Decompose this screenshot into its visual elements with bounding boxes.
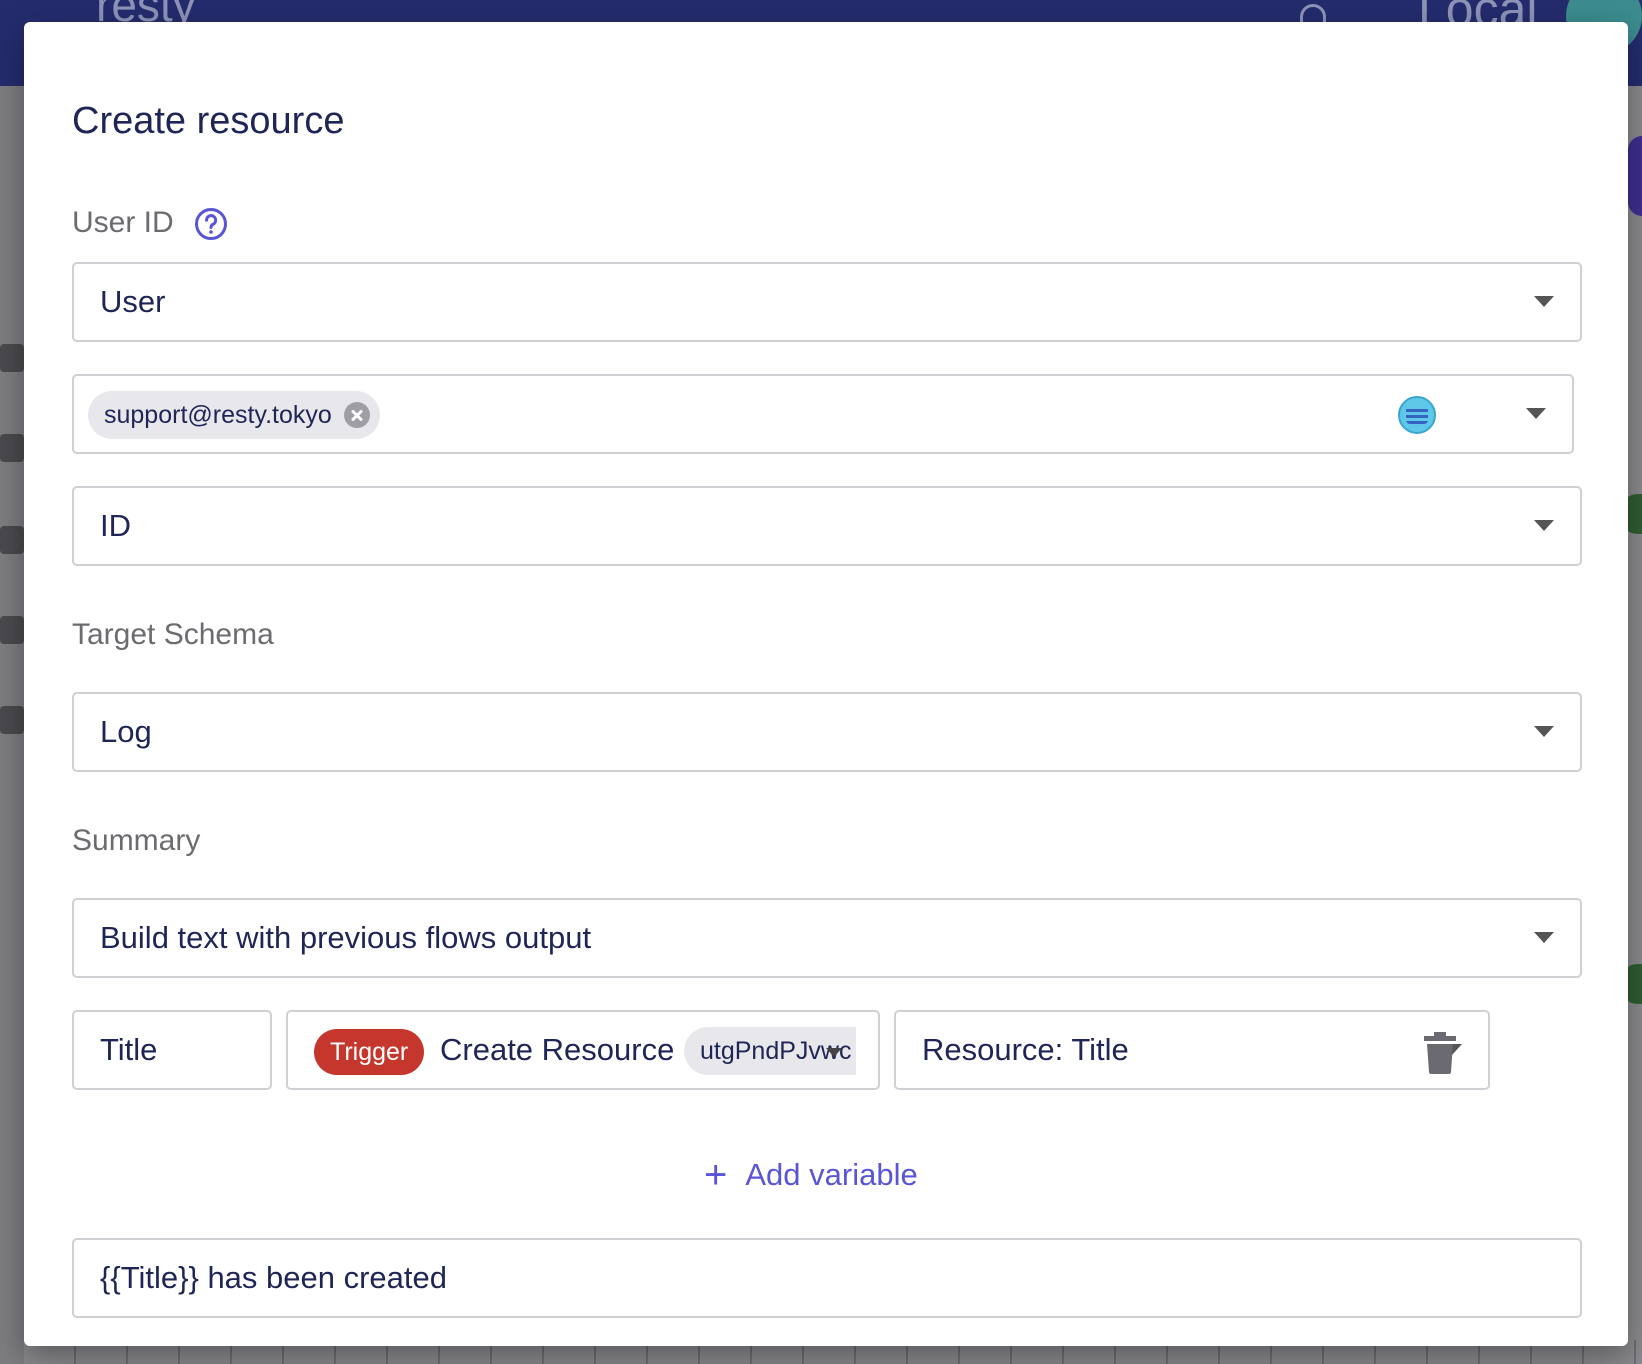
create-resource-dialog: Create resource User ID User support@res… — [24, 22, 1628, 1346]
users-icon — [0, 526, 24, 554]
trash-icon[interactable] — [1424, 1032, 1456, 1074]
add-variable-button[interactable]: + Add variable — [704, 1152, 918, 1198]
user-picker-select[interactable]: support@resty.tokyo — [72, 374, 1574, 454]
gear-icon — [0, 706, 24, 734]
variable-source-flow-select[interactable]: Trigger Create Resource utgPndPJvwc — [286, 1010, 880, 1090]
add-variable-label: Add variable — [745, 1157, 918, 1192]
app-canvas-edge — [1628, 86, 1642, 1364]
user-source-select[interactable]: User — [72, 262, 1582, 342]
chevron-down-icon — [1534, 932, 1554, 943]
close-icon[interactable] — [343, 402, 370, 428]
variable-output-value: Resource: Title — [922, 1032, 1129, 1067]
list-icon — [0, 344, 24, 372]
user-field-value: ID — [100, 508, 131, 543]
summary-mode-select[interactable]: Build text with previous flows output — [72, 898, 1582, 978]
variable-name-value: Title — [100, 1032, 158, 1067]
app-sidebar — [0, 86, 24, 1364]
dialog-title: Create resource — [72, 100, 345, 142]
flow-icon — [0, 434, 24, 462]
summary-mode-value: Build text with previous flows output — [100, 920, 592, 955]
plus-icon: + — [704, 1153, 728, 1197]
target-schema-label: Target Schema — [72, 618, 274, 651]
selected-user-email: support@resty.tokyo — [104, 401, 332, 429]
chevron-down-icon — [1534, 520, 1554, 531]
app-action-button — [1628, 136, 1642, 216]
user-id-label: User ID — [72, 206, 174, 239]
summary-template-value: {{Title}} has been created — [100, 1260, 448, 1295]
summary-label: Summary — [72, 824, 201, 857]
target-schema-select[interactable]: Log — [72, 692, 1582, 772]
selected-user-chip[interactable]: support@resty.tokyo — [88, 391, 380, 439]
user-field-select[interactable]: ID — [72, 486, 1582, 566]
nodes-icon — [0, 616, 24, 644]
flow-name: Create Resource — [440, 1032, 675, 1067]
chevron-down-icon — [826, 1048, 842, 1057]
variable-output-select[interactable]: Resource: Title — [894, 1010, 1490, 1090]
extension-badge-icon — [1398, 396, 1436, 434]
help-circle-icon[interactable] — [194, 207, 228, 241]
user-source-value: User — [100, 284, 166, 319]
chevron-down-icon — [1534, 296, 1554, 307]
variable-name-input[interactable]: Title — [72, 1010, 272, 1090]
chevron-down-icon — [1534, 726, 1554, 737]
target-schema-value: Log — [100, 714, 152, 749]
trigger-badge: Trigger — [314, 1029, 425, 1075]
summary-template-input[interactable]: {{Title}} has been created — [72, 1238, 1582, 1318]
chevron-down-icon — [1526, 408, 1546, 419]
